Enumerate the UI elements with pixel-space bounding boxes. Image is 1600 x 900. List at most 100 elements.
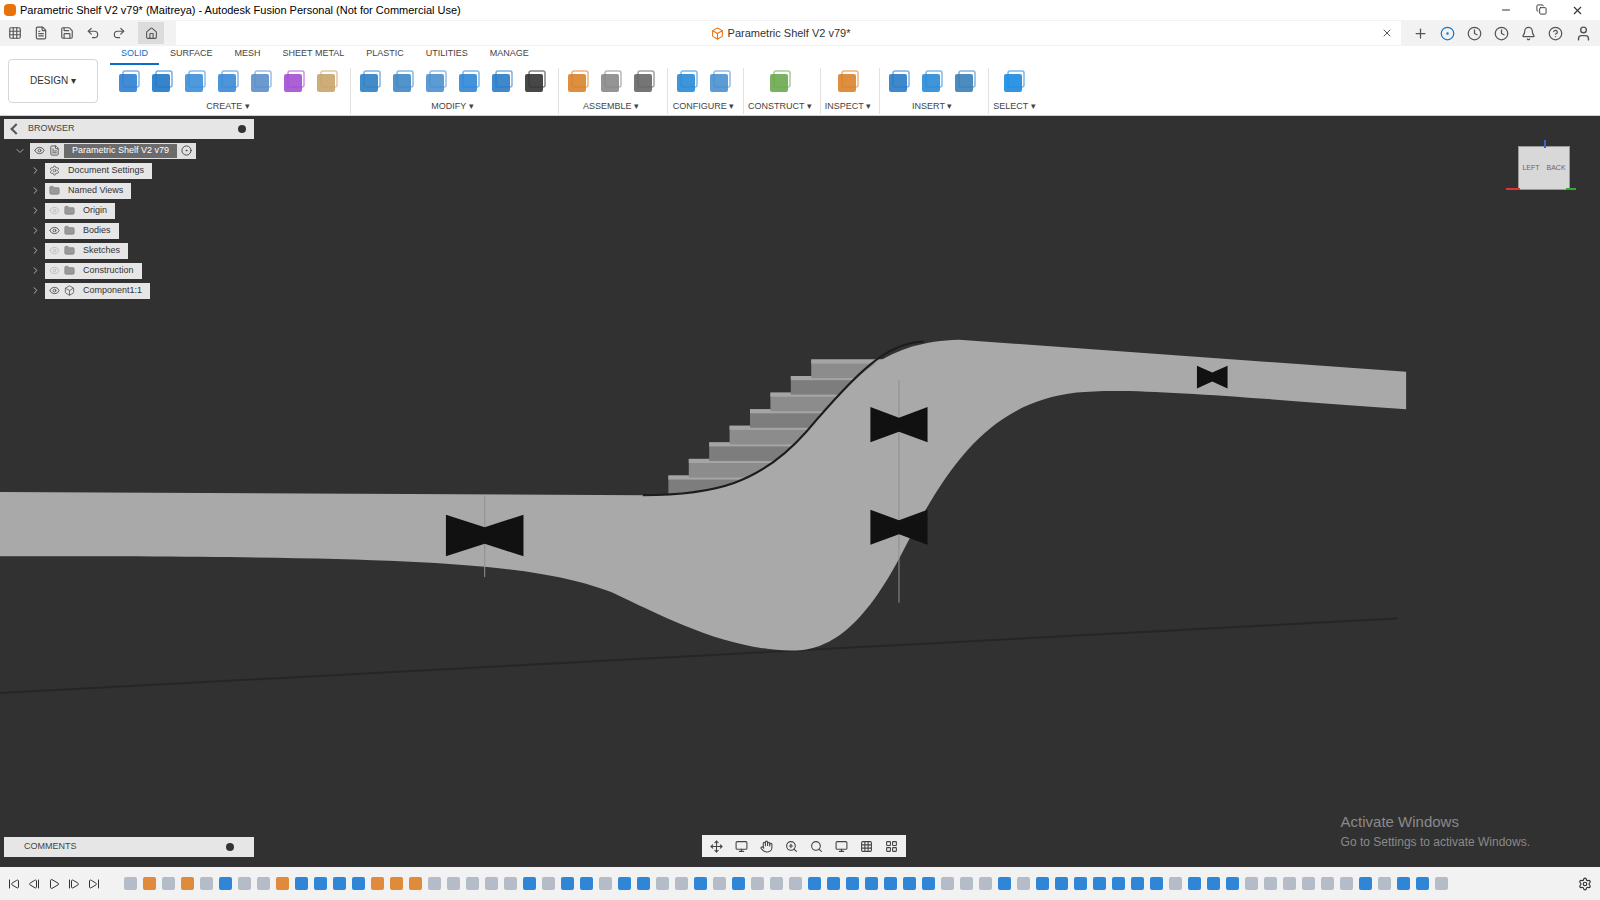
timeline-feature[interactable] <box>1435 877 1448 890</box>
timeline-feature[interactable] <box>181 877 194 890</box>
timeline-feature[interactable] <box>542 877 555 890</box>
close-icon[interactable] <box>1571 4 1584 17</box>
browser-item[interactable]: Construction <box>4 262 254 279</box>
timeline-feature[interactable] <box>1226 877 1239 890</box>
timeline-feature[interactable] <box>1017 877 1030 890</box>
browser-item[interactable]: Component1:1 <box>4 282 254 299</box>
joint-marker[interactable] <box>870 407 927 442</box>
timeline-feature[interactable] <box>960 877 973 890</box>
toolbar-tab[interactable]: PLASTIC <box>355 47 415 65</box>
tool-icon[interactable] <box>999 68 1029 98</box>
view-cube[interactable]: LEFT BACK <box>1506 140 1576 200</box>
timeline-feature[interactable] <box>314 877 327 890</box>
timeline-feature[interactable] <box>789 877 802 890</box>
toolbar-tab[interactable]: MESH <box>224 47 272 65</box>
timeline-feature[interactable] <box>504 877 517 890</box>
timeline-feature[interactable] <box>1093 877 1106 890</box>
fit-icon[interactable] <box>810 840 823 853</box>
expand-icon[interactable] <box>14 145 26 157</box>
play-icon[interactable] <box>48 878 60 890</box>
timeline-feature[interactable] <box>713 877 726 890</box>
timeline-feature[interactable] <box>903 877 916 890</box>
home-tab[interactable] <box>138 22 164 44</box>
account-icon[interactable] <box>1575 25 1592 42</box>
step-forward-icon[interactable] <box>68 878 80 890</box>
timeline-feature[interactable] <box>922 877 935 890</box>
timeline-feature[interactable] <box>333 877 346 890</box>
comments-panel[interactable]: COMMENTS <box>4 837 254 857</box>
timeline-feature[interactable] <box>1302 877 1315 890</box>
tool-icon[interactable] <box>421 68 451 98</box>
timeline-feature[interactable] <box>162 877 175 890</box>
timeline-feature[interactable] <box>352 877 365 890</box>
tool-icon[interactable] <box>114 68 144 98</box>
timeline-feature[interactable] <box>428 877 441 890</box>
timeline-feature[interactable] <box>618 877 631 890</box>
timeline-feature[interactable] <box>485 877 498 890</box>
eye-icon[interactable] <box>49 285 60 296</box>
timeline-feature[interactable] <box>238 877 251 890</box>
timeline-feature[interactable] <box>751 877 764 890</box>
eye-icon[interactable] <box>49 245 60 256</box>
help-icon[interactable] <box>1548 26 1563 41</box>
timeline-feature[interactable] <box>884 877 897 890</box>
toolbar-tab[interactable]: UTILITIES <box>415 47 479 65</box>
comments-toggle-icon[interactable] <box>226 843 234 851</box>
timeline-feature[interactable] <box>1283 877 1296 890</box>
tool-icon[interactable] <box>180 68 210 98</box>
view-cube-face[interactable]: BACK <box>1546 163 1565 174</box>
view-cube-face[interactable]: LEFT <box>1522 163 1539 174</box>
timeline-feature[interactable] <box>1207 877 1220 890</box>
expand-icon[interactable] <box>30 205 41 216</box>
timeline-feature[interactable] <box>371 877 384 890</box>
browser-root[interactable]: Parametric Shelf V2 v79 <box>4 142 254 159</box>
tool-group-label[interactable]: ASSEMBLE ▾ <box>583 100 639 114</box>
tool-group-label[interactable]: SELECT ▾ <box>993 100 1035 114</box>
undo-icon[interactable] <box>86 26 100 40</box>
tool-icon[interactable] <box>454 68 484 98</box>
timeline-feature[interactable] <box>637 877 650 890</box>
timeline-feature[interactable] <box>390 877 403 890</box>
timeline-feature[interactable] <box>124 877 137 890</box>
toolbar-tab[interactable]: SOLID <box>110 47 159 65</box>
tool-icon[interactable] <box>213 68 243 98</box>
viewport[interactable]: BROWSERParametric Shelf V2 v79Document S… <box>0 116 1600 867</box>
tool-group-label[interactable]: MODIFY ▾ <box>431 100 473 114</box>
tool-icon[interactable] <box>246 68 276 98</box>
tool-icon[interactable] <box>312 68 342 98</box>
timeline-feature[interactable] <box>770 877 783 890</box>
job-status-icon[interactable] <box>1467 26 1482 41</box>
timeline-feature[interactable] <box>732 877 745 890</box>
browser-item[interactable]: Sketches <box>4 242 254 259</box>
notifications-icon[interactable] <box>1521 26 1536 41</box>
timeline-feature[interactable] <box>276 877 289 890</box>
minimize-icon[interactable] <box>1500 4 1512 16</box>
timeline-feature[interactable] <box>808 877 821 890</box>
model-canvas[interactable] <box>0 116 1600 867</box>
tool-icon[interactable] <box>279 68 309 98</box>
tool-group-label[interactable]: CREATE ▾ <box>206 100 249 114</box>
tool-icon[interactable] <box>672 68 702 98</box>
browser-toggle-icon[interactable] <box>238 125 246 133</box>
timeline-feature[interactable] <box>295 877 308 890</box>
tool-group-label[interactable]: CONFIGURE ▾ <box>673 100 735 114</box>
timeline-feature[interactable] <box>827 877 840 890</box>
eye-icon[interactable] <box>49 225 60 236</box>
restore-icon[interactable] <box>1536 4 1547 15</box>
pan-icon[interactable] <box>760 840 773 853</box>
tool-icon[interactable] <box>563 68 593 98</box>
timeline-feature[interactable] <box>200 877 213 890</box>
timeline-feature[interactable] <box>409 877 422 890</box>
tool-icon[interactable] <box>388 68 418 98</box>
browser-item[interactable]: Origin <box>4 202 254 219</box>
timeline-feature[interactable] <box>599 877 612 890</box>
tool-icon[interactable] <box>884 68 914 98</box>
zoom-icon[interactable] <box>785 840 798 853</box>
extensions-icon[interactable] <box>1440 26 1455 41</box>
go-to-end-icon[interactable] <box>88 878 100 890</box>
timeline-feature[interactable] <box>466 877 479 890</box>
timeline-feature[interactable] <box>1188 877 1201 890</box>
eye-icon[interactable] <box>49 205 60 216</box>
timeline-feature[interactable] <box>865 877 878 890</box>
eye-icon[interactable] <box>49 265 60 276</box>
